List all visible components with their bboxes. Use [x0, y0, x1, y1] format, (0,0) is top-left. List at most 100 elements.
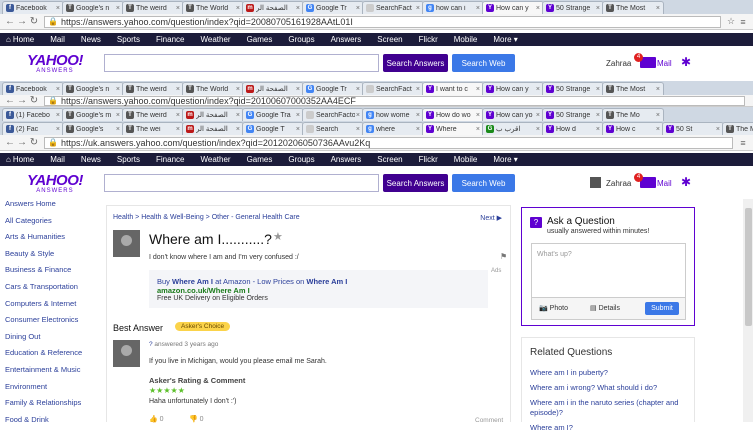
- browser-tab[interactable]: Y How can yo ×: [482, 108, 544, 121]
- search-answers-button[interactable]: Search Answers: [383, 174, 448, 192]
- ask-input[interactable]: What's up?: [531, 243, 686, 298]
- url-field[interactable]: 🔒 https://answers.yahoo.com/question/inde…: [44, 95, 745, 106]
- browser-tab[interactable]: f Facebook ×: [2, 1, 64, 14]
- tab-close-icon[interactable]: ×: [596, 112, 600, 119]
- gear-icon[interactable]: ✱: [681, 175, 691, 189]
- yahoo-answers-logo[interactable]: YAHOO! ANSWERS: [27, 53, 83, 74]
- nav-item-groups[interactable]: Groups: [288, 35, 314, 44]
- tab-close-icon[interactable]: ×: [536, 112, 540, 119]
- nav-item-mail[interactable]: Mail: [50, 155, 65, 164]
- tab-close-icon[interactable]: ×: [116, 126, 120, 133]
- tab-close-icon[interactable]: ×: [536, 86, 540, 93]
- browser-tab[interactable]: G Google Tra ×: [242, 108, 304, 121]
- browser-tab[interactable]: YI want to c ×: [422, 82, 484, 95]
- tab-close-icon[interactable]: ×: [176, 126, 180, 133]
- browser-tab[interactable]: T The Most ×: [602, 82, 664, 95]
- reload-icon[interactable]: ↻: [28, 95, 40, 106]
- browser-tab[interactable]: m الصفحة الر ×: [242, 82, 304, 95]
- nav-item-mobile[interactable]: Mobile: [454, 155, 478, 164]
- tab-close-icon[interactable]: ×: [56, 5, 60, 12]
- nav-item-groups[interactable]: Groups: [288, 155, 314, 164]
- tab-close-icon[interactable]: ×: [56, 112, 60, 119]
- browser-tab[interactable]: T The weird ×: [122, 82, 184, 95]
- url-field[interactable]: 🔒 https://answers.yahoo.com/question/inde…: [44, 15, 721, 28]
- tab-close-icon[interactable]: ×: [236, 112, 240, 119]
- browser-tab[interactable]: Search ×: [302, 122, 364, 135]
- gear-icon[interactable]: ✱: [681, 55, 691, 69]
- sidebar-item[interactable]: Food & Drink: [5, 415, 95, 432]
- browser-tab[interactable]: g how wome ×: [362, 108, 424, 121]
- sidebar-item[interactable]: Environment: [5, 382, 95, 399]
- tab-close-icon[interactable]: ×: [236, 126, 240, 133]
- tab-close-icon[interactable]: ×: [176, 5, 180, 12]
- tab-close-icon[interactable]: ×: [476, 5, 480, 12]
- related-question-link[interactable]: Where am I in puberty?: [530, 368, 692, 378]
- tab-close-icon[interactable]: ×: [536, 126, 540, 133]
- browser-tab[interactable]: G Google Tr ×: [302, 1, 364, 14]
- star-icon[interactable]: ★: [273, 230, 283, 243]
- search-answers-button[interactable]: Search Answers: [383, 54, 448, 72]
- tab-close-icon[interactable]: ×: [476, 112, 480, 119]
- photo-button[interactable]: 📷 Photo: [539, 304, 568, 312]
- browser-tab[interactable]: T The weird ×: [122, 1, 184, 14]
- nav-item-screen[interactable]: Screen: [377, 155, 402, 164]
- answerer-avatar[interactable]: [113, 340, 140, 367]
- nav-item-finance[interactable]: Finance: [156, 155, 184, 164]
- nav-item-more[interactable]: More ▾: [493, 35, 517, 44]
- nav-item-more[interactable]: More ▾: [493, 155, 517, 164]
- nav-item-mail[interactable]: Mail: [50, 35, 65, 44]
- browser-tab[interactable]: f Facebook ×: [2, 82, 64, 95]
- browser-tab[interactable]: T Google's n ×: [62, 82, 124, 95]
- nav-item-screen[interactable]: Screen: [377, 35, 402, 44]
- tab-close-icon[interactable]: ×: [596, 5, 600, 12]
- search-input[interactable]: [104, 54, 379, 72]
- browser-tab[interactable]: Y 50 Strange ×: [542, 108, 604, 121]
- tab-close-icon[interactable]: ×: [416, 126, 420, 133]
- nav-item-news[interactable]: News: [81, 155, 101, 164]
- browser-tab[interactable]: m الصفحة الر ×: [242, 1, 304, 14]
- browser-tab[interactable]: Y How can y ×: [482, 1, 544, 14]
- reload-icon[interactable]: ↻: [28, 137, 40, 148]
- sidebar-item[interactable]: Dining Out: [5, 332, 95, 349]
- yahoo-answers-logo[interactable]: YAHOO! ANSWERS: [27, 173, 83, 194]
- search-input[interactable]: [104, 174, 379, 192]
- mail-link[interactable]: Mail: [657, 179, 672, 188]
- sidebar-item[interactable]: Computers & Internet: [5, 299, 95, 316]
- tab-close-icon[interactable]: ×: [116, 86, 120, 93]
- browser-tab[interactable]: Y Where ×: [422, 122, 484, 135]
- browser-tab[interactable]: m الصفحة الر ×: [182, 122, 244, 135]
- tab-close-icon[interactable]: ×: [716, 126, 720, 133]
- ad-box[interactable]: Buy Where Am I at Amazon - Low Prices on…: [149, 270, 488, 308]
- tab-close-icon[interactable]: ×: [356, 86, 360, 93]
- nav-item-flickr[interactable]: Flickr: [419, 155, 438, 164]
- browser-tab[interactable]: m الصفحة الر ×: [182, 108, 244, 121]
- sidebar-item[interactable]: Education & Reference: [5, 348, 95, 365]
- back-arrow-icon[interactable]: ←: [4, 95, 16, 106]
- tab-close-icon[interactable]: ×: [416, 86, 420, 93]
- reload-icon[interactable]: ↻: [28, 16, 40, 27]
- browser-tab[interactable]: G Google T ×: [242, 122, 304, 135]
- menu-icon[interactable]: ≡: [737, 138, 749, 148]
- nav-item-weather[interactable]: Weather: [200, 155, 230, 164]
- tab-close-icon[interactable]: ×: [476, 126, 480, 133]
- browser-tab[interactable]: SearchFact ×: [362, 82, 424, 95]
- back-arrow-icon[interactable]: ←: [4, 137, 16, 148]
- tab-close-icon[interactable]: ×: [236, 5, 240, 12]
- browser-tab[interactable]: g how can i ×: [422, 1, 484, 14]
- sidebar-item[interactable]: All Categories: [5, 216, 95, 233]
- tab-close-icon[interactable]: ×: [416, 112, 420, 119]
- browser-tab[interactable]: g where ×: [362, 122, 424, 135]
- tab-close-icon[interactable]: ×: [416, 5, 420, 12]
- sidebar-item[interactable]: Entertainment & Music: [5, 365, 95, 382]
- browser-tab[interactable]: T The World ×: [182, 82, 244, 95]
- sidebar-item[interactable]: Consumer Electronics: [5, 315, 95, 332]
- sidebar-item[interactable]: Cars & Transportation: [5, 282, 95, 299]
- browser-tab[interactable]: Y How c ×: [602, 122, 664, 135]
- tab-close-icon[interactable]: ×: [356, 126, 360, 133]
- browser-tab[interactable]: SearchFacto ×: [302, 108, 364, 121]
- browser-tab[interactable]: TThe M×: [722, 122, 753, 135]
- comment-link[interactable]: Comment: [475, 417, 503, 424]
- browser-tab[interactable]: T The Most ×: [602, 1, 664, 14]
- nav-item-weather[interactable]: Weather: [200, 35, 230, 44]
- browser-tab[interactable]: T Google's n ×: [62, 1, 124, 14]
